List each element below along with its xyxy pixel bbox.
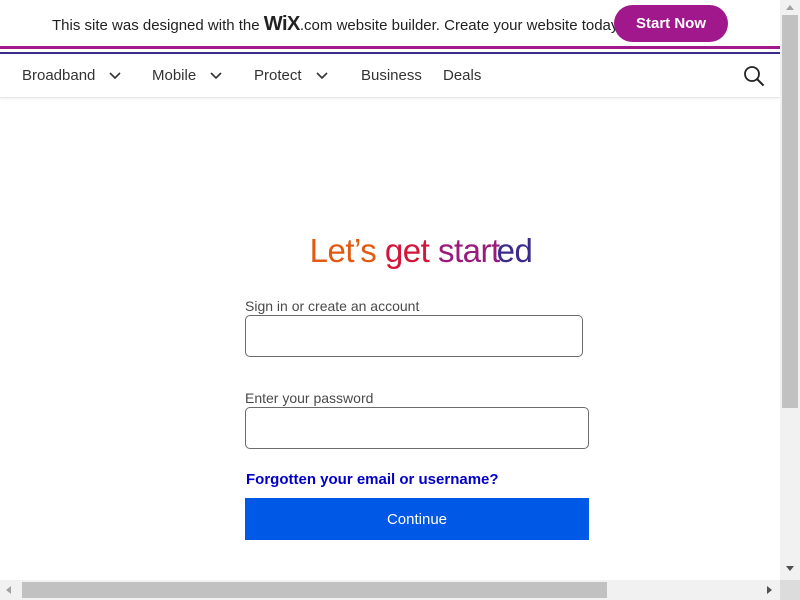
nav-item-business[interactable]: Business — [361, 67, 422, 84]
page-title: Let’s get started — [0, 232, 800, 270]
title-word: get — [384, 232, 430, 269]
account-field-label: Sign in or create an account — [245, 298, 420, 314]
scroll-left-arrow-icon[interactable] — [6, 586, 11, 594]
continue-button[interactable]: Continue — [245, 498, 589, 540]
scroll-up-arrow-icon[interactable] — [786, 5, 794, 10]
wix-logo-suffix: .com — [299, 17, 333, 34]
nav-item-broadband[interactable]: Broadband — [22, 67, 121, 84]
scroll-right-arrow-icon[interactable] — [767, 586, 772, 594]
wix-banner-text-after: website builder. Create your website tod… — [332, 17, 622, 34]
title-word: ed — [496, 232, 533, 269]
nav-item-protect[interactable]: Protect — [254, 67, 328, 84]
banner-divider-purple — [0, 46, 780, 49]
nav-item-label: Business — [361, 67, 422, 84]
title-word: Let’s — [309, 232, 377, 269]
horizontal-scroll-thumb[interactable] — [22, 582, 607, 598]
chevron-down-icon — [210, 71, 222, 79]
nav-item-label: Protect — [254, 67, 302, 84]
password-field-label: Enter your password — [245, 390, 374, 406]
chevron-down-icon — [109, 71, 121, 79]
start-now-button[interactable]: Start Now — [614, 5, 728, 42]
wix-promo-banner: This site was designed with the WiX.com … — [0, 0, 780, 46]
wix-banner-text: This site was designed with the WiX.com … — [52, 13, 621, 36]
scrollbar-corner — [780, 580, 800, 600]
scroll-down-arrow-icon[interactable] — [786, 566, 794, 571]
forgot-credentials-link[interactable]: Forgotten your email or username? — [246, 471, 499, 488]
nav-item-label: Mobile — [152, 67, 197, 84]
wix-logo: WiX — [263, 13, 301, 35]
password-input[interactable] — [245, 407, 589, 449]
search-icon[interactable] — [743, 65, 765, 87]
wix-banner-text-before: This site was designed with the — [52, 17, 264, 34]
main-nav: Broadband Mobile Protect Business Deals — [0, 55, 780, 98]
nav-item-label: Deals — [443, 67, 482, 84]
banner-divider-indigo — [0, 52, 780, 54]
title-word: start — [437, 232, 500, 269]
nav-item-mobile[interactable]: Mobile — [152, 67, 222, 84]
nav-item-deals[interactable]: Deals — [443, 67, 481, 84]
account-input[interactable] — [245, 315, 583, 357]
vertical-scroll-thumb[interactable] — [782, 15, 798, 408]
chevron-down-icon — [315, 71, 328, 79]
nav-item-label: Broadband — [22, 67, 96, 84]
